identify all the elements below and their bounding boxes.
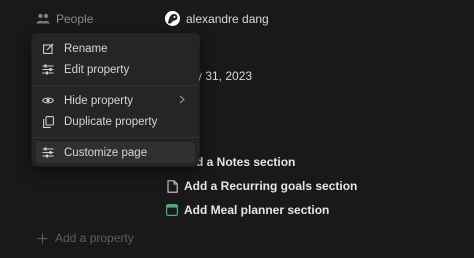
- button-label: d a Notes section: [196, 155, 296, 169]
- menu-item-edit-property[interactable]: Edit property: [36, 59, 195, 80]
- date-text: y 31, 2023: [196, 69, 253, 83]
- menu-divider: [32, 85, 199, 86]
- person-name: alexandre dang: [186, 11, 269, 26]
- sliders-icon: [42, 64, 54, 76]
- menu-item-duplicate-property[interactable]: Duplicate property: [36, 111, 195, 132]
- plus-icon: [36, 232, 48, 244]
- menu-item-label: Rename: [64, 42, 108, 55]
- add-recurring-goals-button[interactable]: Add a Recurring goals section: [166, 179, 357, 193]
- button-label: Add a Recurring goals section: [184, 179, 358, 193]
- duplicate-icon: [42, 115, 54, 128]
- menu-item-rename[interactable]: Rename: [36, 38, 195, 59]
- date-value[interactable]: y 31, 2023: [196, 69, 252, 83]
- menu-item-customize-page[interactable]: Customize page: [36, 142, 195, 163]
- property-people-label[interactable]: People: [36, 12, 93, 26]
- menu-item-label: Duplicate property: [64, 115, 158, 128]
- rename-icon: [42, 43, 54, 55]
- menu-divider: [32, 137, 199, 138]
- add-meal-planner-button[interactable]: Add Meal planner section: [166, 203, 329, 217]
- add-notes-section-button[interactable]: d a Notes section: [196, 155, 295, 169]
- add-property-label: Add a property: [55, 231, 134, 245]
- property-label: People: [56, 12, 94, 26]
- people-icon: [36, 12, 50, 26]
- eye-icon: [42, 95, 54, 107]
- button-label: Add Meal planner section: [184, 203, 330, 217]
- menu-item-label: Edit property: [64, 63, 130, 76]
- calendar-icon: [166, 203, 178, 217]
- avatar: [165, 11, 180, 26]
- property-context-menu: Rename Edit property Hide property Dupli…: [32, 34, 199, 166]
- people-value[interactable]: alexandre dang: [165, 11, 269, 26]
- sliders-icon: [42, 147, 54, 159]
- add-property-button[interactable]: Add a property: [36, 231, 134, 245]
- menu-item-hide-property[interactable]: Hide property: [36, 90, 195, 111]
- chevron-right-icon: [179, 95, 185, 107]
- menu-item-label: Customize page: [64, 146, 148, 159]
- menu-item-label: Hide property: [64, 94, 134, 107]
- page-icon: [166, 179, 178, 193]
- notion-page: People alexandre dang y 31, 2023 d a Not…: [0, 0, 474, 258]
